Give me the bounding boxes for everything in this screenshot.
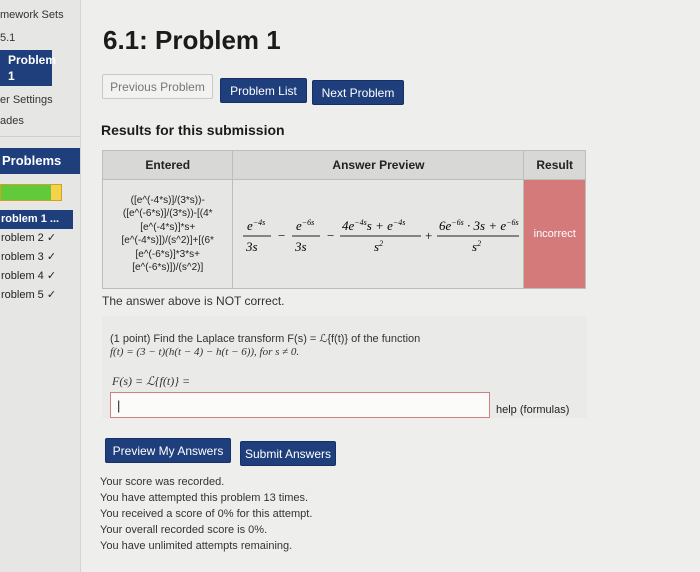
sidebar-item-problem-2[interactable]: roblem 2 ✓ xyxy=(0,229,80,248)
header-entered: Entered xyxy=(101,150,234,180)
entered-line: [e^(-6*s)])/(s^2)] xyxy=(132,262,204,273)
not-correct-message: The answer above is NOT correct. xyxy=(102,294,285,308)
entered-cell: ([e^(-4*s)]/(3*s))- ([e^(-6*s)]/(3*s))-[… xyxy=(101,179,234,289)
term2-numerator: e−6s xyxy=(296,218,314,233)
term1-denominator: 3s xyxy=(245,239,258,254)
sidebar-grades-link[interactable]: ades xyxy=(0,115,24,127)
term3-denominator: s2 xyxy=(374,239,383,254)
sidebar-item-problem-4[interactable]: roblem 4 ✓ xyxy=(0,267,80,286)
score-line: You have unlimited attempts remaining. xyxy=(100,540,293,552)
results-table: Entered Answer Preview Result ([e^(-4*s)… xyxy=(101,150,586,289)
next-problem-button[interactable]: Next Problem xyxy=(312,80,404,105)
operator-plus: + xyxy=(425,228,432,243)
preview-answers-button[interactable]: Preview My Answers xyxy=(105,438,231,463)
sidebar: mework Sets 5.1 Problem 1 er Settings ad… xyxy=(0,0,81,572)
sidebar-problems-heading: Problems xyxy=(0,148,80,174)
answer-preview-cell: e−4s 3s − e−6s 3s − 4e−4ss + e−4s s2 + 6… xyxy=(232,179,525,289)
operator-minus: − xyxy=(327,228,334,243)
header-result: Result xyxy=(523,150,586,180)
result-cell: incorrect xyxy=(523,179,586,289)
problem-function: f(t) = (3 − t)(h(t − 4) − h(t − 6)), for… xyxy=(110,346,300,358)
sidebar-current-problem[interactable]: Problem 1 xyxy=(0,50,57,86)
sidebar-problem-number: 1 xyxy=(8,69,15,83)
term3-numerator: 4e−4ss + e−4s xyxy=(342,218,405,233)
term4-numerator: 6e−6s · 3s + e−6s xyxy=(439,218,519,233)
header-answer-preview: Answer Preview xyxy=(232,150,525,180)
sidebar-divider xyxy=(0,136,80,137)
score-line: Your overall recorded score is 0%. xyxy=(100,524,268,536)
previous-problem-button[interactable]: Previous Problem xyxy=(102,74,213,99)
sidebar-set-link[interactable]: 5.1 xyxy=(0,32,15,44)
score-summary: Your score was recorded. You have attemp… xyxy=(100,474,312,554)
term1-numerator: e−4s xyxy=(247,218,265,233)
score-line: You have attempted this problem 13 times… xyxy=(100,492,309,504)
sidebar-homework-sets-link[interactable]: mework Sets xyxy=(0,9,64,21)
page-title: 6.1: Problem 1 xyxy=(103,25,281,55)
progress-bar xyxy=(0,184,62,201)
entered-line: [e^(-4*s)]*s+ xyxy=(140,221,196,233)
sidebar-user-settings-link[interactable]: er Settings xyxy=(0,94,53,106)
sidebar-item-problem-3[interactable]: roblem 3 ✓ xyxy=(0,248,80,267)
sidebar-problem-list: roblem 1 ... roblem 2 ✓ roblem 3 ✓ roble… xyxy=(0,210,80,305)
progress-bar-fill xyxy=(1,185,52,200)
results-header-row: Entered Answer Preview Result xyxy=(101,150,586,180)
answer-label: F(s) = ℒ{f(t)} = xyxy=(112,374,191,388)
problem-statement: (1 point) Find the Laplace transform F(s… xyxy=(110,333,421,345)
sidebar-item-problem-1[interactable]: roblem 1 ... xyxy=(0,210,73,229)
answer-preview-math: e−4s 3s − e−6s 3s − 4e−4ss + e−4s s2 + 6… xyxy=(243,218,520,254)
answer-input[interactable] xyxy=(110,392,490,418)
operator-minus: − xyxy=(278,228,285,243)
score-line: You received a score of 0% for this atte… xyxy=(100,508,313,520)
term2-denominator: 3s xyxy=(294,239,307,254)
submit-answers-button[interactable]: Submit Answers xyxy=(240,441,336,466)
entered-line: [e^(-4*s)])/(s^2)]+[(6* xyxy=(121,235,214,246)
help-formulas-link[interactable]: help (formulas) xyxy=(496,404,569,416)
entered-line: ([e^(-6*s)]/(3*s))-[(4* xyxy=(122,208,213,219)
results-row: ([e^(-4*s)]/(3*s))- ([e^(-6*s)]/(3*s))-[… xyxy=(101,179,586,289)
results-heading: Results for this submission xyxy=(101,122,285,138)
problem-list-button[interactable]: Problem List xyxy=(220,78,307,103)
entered-line: ([e^(-4*s)]/(3*s))- xyxy=(130,194,205,206)
score-line: Your score was recorded. xyxy=(100,476,225,488)
entered-line: [e^(-6*s)]*3*s+ xyxy=(135,248,200,260)
sidebar-item-problem-5[interactable]: roblem 5 ✓ xyxy=(0,286,80,305)
term4-denominator: s2 xyxy=(472,239,481,254)
sidebar-problem-label: Problem xyxy=(8,53,57,67)
